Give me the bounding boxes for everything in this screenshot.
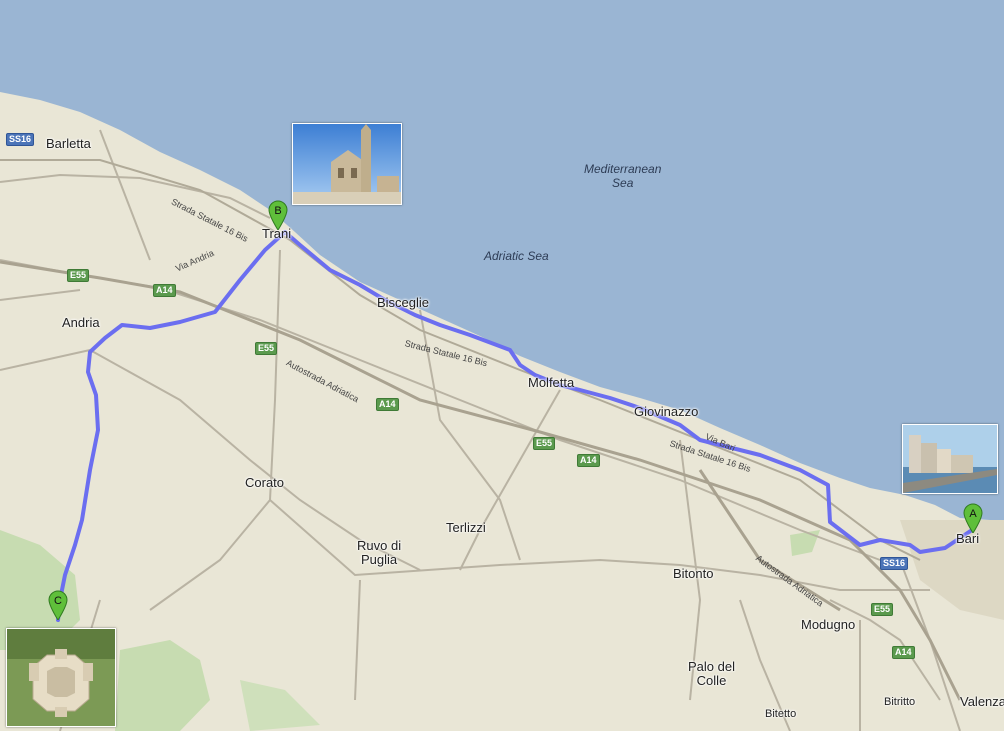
place-label-line: Palo del [688, 659, 735, 674]
place-label-line: Colle [696, 673, 727, 688]
place-label-valenzano[interactable]: Valenza [960, 695, 1004, 709]
sea-label-adriatic: Adriatic Sea [484, 249, 549, 263]
road-shield-a14: A14 [376, 398, 399, 411]
place-label-terlizzi[interactable]: Terlizzi [446, 521, 486, 535]
place-label-modugno[interactable]: Modugno [801, 618, 855, 632]
cathedral-image [293, 124, 401, 204]
road-shield-a14: A14 [577, 454, 600, 467]
photo-bari-waterfront[interactable] [902, 424, 998, 494]
map-marker-a[interactable]: A [963, 503, 983, 533]
road-shield-a14: A14 [153, 284, 176, 297]
place-label-giovinazzo[interactable]: Giovinazzo [634, 405, 698, 419]
road-shield-e55: E55 [67, 269, 90, 282]
place-label-bisceglie[interactable]: Bisceglie [377, 296, 429, 310]
place-label-bitritto[interactable]: Bitritto [884, 695, 915, 709]
marker-letter: C [54, 595, 62, 607]
waterfront-image [903, 425, 997, 493]
place-label-ruvo[interactable]: Ruvo di Puglia [357, 539, 401, 567]
place-label-andria[interactable]: Andria [62, 316, 100, 330]
sea-label-line: Mediterranean [584, 162, 662, 176]
marker-letter: B [274, 205, 281, 217]
place-label-palo-del-colle[interactable]: Palo del Colle [688, 660, 735, 688]
road-shield-ss16: SS16 [880, 557, 909, 570]
photo-trani-cathedral[interactable] [292, 123, 402, 205]
place-label-bitonto[interactable]: Bitonto [673, 567, 713, 581]
road-shield-a14: A14 [892, 646, 915, 659]
place-label-molfetta[interactable]: Molfetta [528, 376, 574, 390]
road-shield-ss16: SS16 [6, 133, 35, 146]
sea-label-mediterranean: Mediterranean Sea [584, 162, 661, 190]
road-shield-e55: E55 [533, 437, 556, 450]
place-label-line: Puglia [360, 552, 398, 567]
road-shield-e55: E55 [255, 342, 278, 355]
place-label-corato[interactable]: Corato [245, 476, 284, 490]
sea-label-line: Sea [612, 176, 634, 190]
map-canvas[interactable]: Mediterranean Sea Adriatic Sea Barletta … [0, 0, 1004, 731]
marker-letter: A [969, 508, 977, 520]
castle-image [7, 629, 115, 726]
place-label-bari[interactable]: Bari [956, 532, 979, 546]
road-shield-e55: E55 [871, 603, 894, 616]
map-marker-b[interactable]: B [268, 200, 288, 230]
place-label-barletta[interactable]: Barletta [46, 137, 91, 151]
place-label-bitetto[interactable]: Bitetto [765, 707, 796, 721]
map-marker-c[interactable]: C [48, 590, 68, 620]
photo-castel-del-monte[interactable] [6, 628, 116, 727]
place-label-line: Ruvo di [357, 538, 402, 553]
